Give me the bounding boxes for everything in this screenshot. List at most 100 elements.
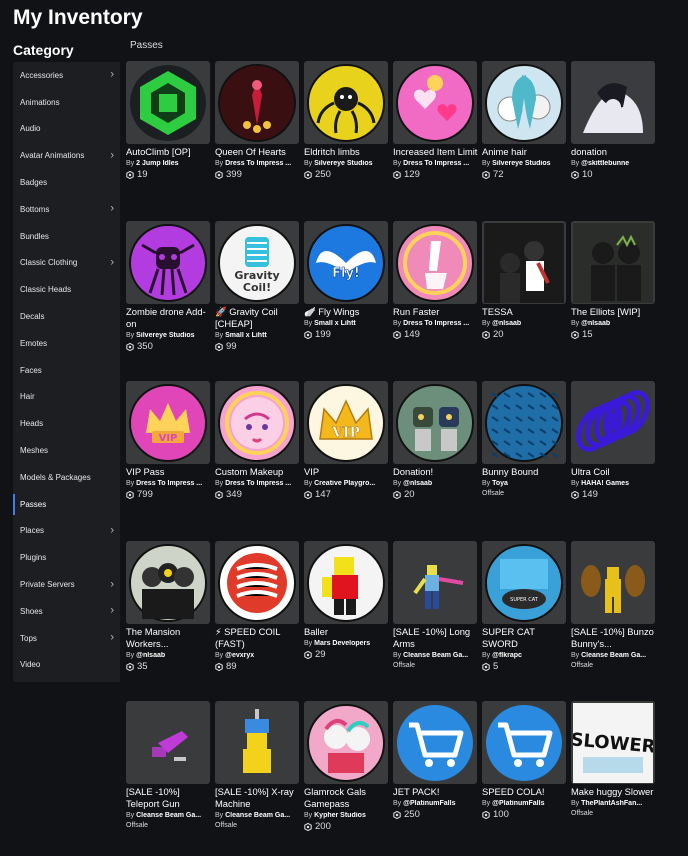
item-name[interactable]: [SALE -10%] Bunzo Bunny's... bbox=[571, 626, 656, 650]
creator-link[interactable]: Dress To Impress ... bbox=[403, 320, 469, 327]
queen-of-hearts-icon[interactable] bbox=[215, 61, 299, 144]
sidebar-item-classic-clothing[interactable]: Classic Clothing › bbox=[13, 250, 120, 277]
item-card[interactable]: [SALE -10%] Bunzo Bunny's... By Cleanse B… bbox=[571, 541, 656, 669]
creator-link[interactable]: @flkrapc bbox=[492, 652, 522, 659]
creator-link[interactable]: @nlsaab bbox=[136, 652, 165, 659]
dark-figure-icon[interactable] bbox=[571, 61, 655, 144]
speed-coil-icon[interactable] bbox=[215, 541, 299, 624]
sidebar-item-faces[interactable]: Faces bbox=[13, 357, 120, 384]
item-name[interactable]: JET PACK! bbox=[393, 786, 478, 798]
sidebar-item-avatar-animations[interactable]: Avatar Animations › bbox=[13, 142, 120, 169]
item-card[interactable]: AutoClimb [OP] By 2 Jump Idles 19 bbox=[126, 61, 211, 180]
fly-wings-icon[interactable]: Fly! bbox=[304, 221, 388, 304]
item-card[interactable]: ⚡ SPEED COIL (FAST) By @evxryx 89 bbox=[215, 541, 300, 672]
creator-link[interactable]: Dress To Impress ... bbox=[225, 160, 291, 167]
sidebar-item-animations[interactable]: Animations bbox=[13, 89, 120, 116]
creator-link[interactable]: Toya bbox=[492, 480, 508, 487]
long-arms-icon[interactable] bbox=[393, 541, 477, 624]
item-name[interactable]: AutoClimb [OP] bbox=[126, 146, 211, 158]
item-name[interactable]: Custom Makeup bbox=[215, 466, 300, 478]
creator-link[interactable]: Cleanse Beam Ga... bbox=[136, 812, 201, 819]
donation-characters-icon[interactable] bbox=[393, 381, 477, 464]
mansion-workers-icon[interactable] bbox=[126, 541, 210, 624]
item-card[interactable]: The Mansion Workers... By @nlsaab 35 bbox=[126, 541, 211, 672]
item-card[interactable]: VIP VIP Pass By Dress To Impress ... 799 bbox=[126, 381, 211, 500]
sidebar-item-heads[interactable]: Heads bbox=[13, 410, 120, 437]
blue-pattern-icon[interactable] bbox=[482, 381, 566, 464]
sidebar-item-audio[interactable]: Audio bbox=[13, 116, 120, 143]
item-name[interactable]: ⚡ SPEED COIL (FAST) bbox=[215, 626, 300, 650]
item-name[interactable]: Ultra Coil bbox=[571, 466, 656, 478]
creator-link[interactable]: Dress To Impress ... bbox=[403, 160, 469, 167]
anime-hair-icon[interactable] bbox=[482, 61, 566, 144]
item-name[interactable]: Baller bbox=[304, 626, 389, 638]
item-name[interactable]: Eldritch limbs bbox=[304, 146, 389, 158]
item-name[interactable]: Glamrock Gals Gamepass bbox=[304, 786, 389, 810]
cymbals-icon[interactable] bbox=[571, 541, 655, 624]
item-card[interactable]: Donation! By @nlsaab 20 bbox=[393, 381, 478, 500]
item-name[interactable]: SPEED COLA! bbox=[482, 786, 567, 798]
creator-link[interactable]: @nlsaab bbox=[492, 320, 521, 327]
item-name[interactable]: VIP Pass bbox=[126, 466, 211, 478]
item-card[interactable]: SLOWER Make huggy Slower By ThePlantAshFan… bbox=[571, 701, 656, 817]
sidebar-item-classic-heads[interactable]: Classic Heads bbox=[13, 276, 120, 303]
gravity-coil-icon[interactable]: Gravity Coil! bbox=[215, 221, 299, 304]
creator-link[interactable]: Dress To Impress ... bbox=[225, 480, 291, 487]
sidebar-item-passes[interactable]: Passes bbox=[13, 491, 120, 518]
item-card[interactable]: Fly! 🪽 Fly Wings By Small x Lihtt 199 bbox=[304, 221, 389, 340]
creator-link[interactable]: @evxryx bbox=[225, 652, 254, 659]
item-card[interactable]: Glamrock Gals Gamepass By Kypher Studios 2… bbox=[304, 701, 389, 832]
creator-link[interactable]: ThePlantAshFan... bbox=[581, 800, 642, 807]
sidebar-item-tops[interactable]: Tops › bbox=[13, 625, 120, 652]
creator-link[interactable]: Dress To Impress ... bbox=[136, 480, 202, 487]
item-card[interactable]: The Elliots [WIP] By @nlsaab 15 bbox=[571, 221, 656, 340]
item-card[interactable]: Increased Item Limit By Dress To Impress … bbox=[393, 61, 478, 180]
xray-machine-icon[interactable] bbox=[215, 701, 299, 784]
creator-link[interactable]: Small x Lihtt bbox=[225, 332, 267, 339]
item-card[interactable]: Zombie drone Add-on By Silvereye Studios 3… bbox=[126, 221, 211, 352]
creator-link[interactable]: @PlatinumFalls bbox=[492, 800, 544, 807]
creator-link[interactable]: Cleanse Beam Ga... bbox=[403, 652, 468, 659]
teleport-gun-icon[interactable] bbox=[126, 701, 210, 784]
shopping-cart-icon[interactable] bbox=[393, 701, 477, 784]
item-name[interactable]: Bunny Bound bbox=[482, 466, 567, 478]
item-name[interactable]: Anime hair bbox=[482, 146, 567, 158]
item-card[interactable]: SUPER CAT SUPER CAT SWORD By @flkrapc 5 bbox=[482, 541, 567, 672]
item-name[interactable]: Zombie drone Add-on bbox=[126, 306, 211, 330]
item-name[interactable]: The Mansion Workers... bbox=[126, 626, 211, 650]
item-card[interactable]: Anime hair By Silvereye Studios 72 bbox=[482, 61, 567, 180]
sidebar-item-decals[interactable]: Decals bbox=[13, 303, 120, 330]
baller-icon[interactable] bbox=[304, 541, 388, 624]
purple-coil-icon[interactable] bbox=[571, 381, 655, 464]
item-card[interactable]: donation By @skittlebunne 10 bbox=[571, 61, 656, 180]
creator-link[interactable]: Cleanse Beam Ga... bbox=[581, 652, 646, 659]
item-card[interactable]: JET PACK! By @PlatinumFalls 250 bbox=[393, 701, 478, 820]
creator-link[interactable]: Silvereye Studios bbox=[136, 332, 194, 339]
glamrock-gals-icon[interactable] bbox=[304, 701, 388, 784]
item-name[interactable]: Queen Of Hearts bbox=[215, 146, 300, 158]
green-robux-hexagon-icon[interactable] bbox=[126, 61, 210, 144]
item-name[interactable]: The Elliots [WIP] bbox=[571, 306, 656, 318]
zombie-drone-icon[interactable] bbox=[126, 221, 210, 304]
item-name[interactable]: TESSA bbox=[482, 306, 567, 318]
pink-hearts-icon[interactable] bbox=[393, 61, 477, 144]
item-name[interactable]: VIP bbox=[304, 466, 389, 478]
creator-link[interactable]: Silvereye Studios bbox=[314, 160, 372, 167]
creator-link[interactable]: @nlsaab bbox=[581, 320, 610, 327]
item-card[interactable]: [SALE -10%] X-ray Machine By Cleanse Beam… bbox=[215, 701, 300, 829]
sidebar-item-hair[interactable]: Hair bbox=[13, 384, 120, 411]
item-name[interactable]: [SALE -10%] Teleport Gun bbox=[126, 786, 211, 810]
item-name[interactable]: Donation! bbox=[393, 466, 478, 478]
item-card[interactable]: [SALE -10%] Teleport Gun By Cleanse Beam … bbox=[126, 701, 211, 829]
item-card[interactable]: Eldritch limbs By Silvereye Studios 250 bbox=[304, 61, 389, 180]
item-card[interactable]: VIP VIP By Creative Playgro... 147 bbox=[304, 381, 389, 500]
item-name[interactable]: SUPER CAT SWORD bbox=[482, 626, 567, 650]
super-cat-sword-icon[interactable]: SUPER CAT bbox=[482, 541, 566, 624]
item-name[interactable]: 🚀 Gravity Coil [CHEAP] bbox=[215, 306, 300, 330]
slower-text-icon[interactable]: SLOWER bbox=[571, 701, 655, 784]
item-name[interactable]: Increased Item Limit bbox=[393, 146, 478, 158]
dark-characters-icon[interactable] bbox=[571, 221, 655, 304]
sidebar-item-shoes[interactable]: Shoes › bbox=[13, 598, 120, 625]
item-card[interactable]: Custom Makeup By Dress To Impress ... 349 bbox=[215, 381, 300, 500]
item-name[interactable]: [SALE -10%] X-ray Machine bbox=[215, 786, 300, 810]
